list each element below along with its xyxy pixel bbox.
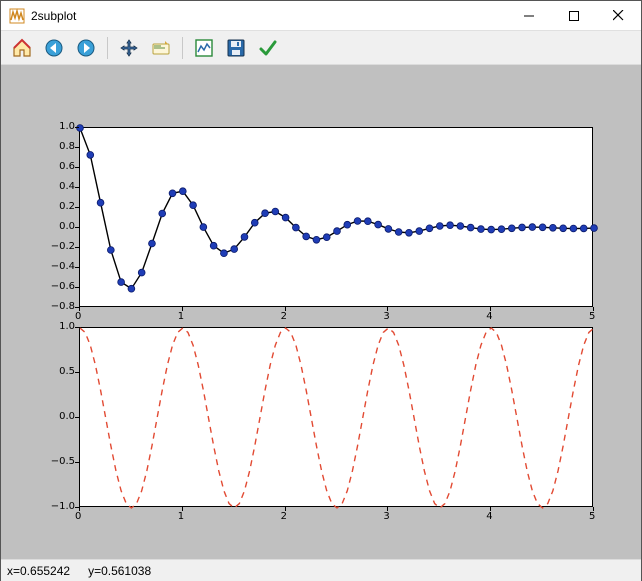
ytick-label: 1.0 — [45, 321, 75, 332]
ytick-label: −0.4 — [45, 261, 75, 272]
pan-button[interactable] — [114, 34, 144, 62]
save-icon — [226, 38, 246, 58]
plot-svg — [80, 128, 594, 308]
status-x: x=0.655242 — [7, 564, 70, 578]
ytick-label: −1.0 — [45, 501, 75, 512]
ytick-label: −0.2 — [45, 241, 75, 252]
window-title: 2subplot — [31, 9, 506, 23]
window-titlebar: 2subplot — [1, 1, 641, 31]
toolbar — [1, 31, 641, 65]
ytick-label: 0.0 — [45, 221, 75, 232]
arrow-right-icon — [76, 38, 96, 58]
xtick-label: 3 — [383, 511, 389, 522]
ytick-label: 0.2 — [45, 201, 75, 212]
subplot-1 — [79, 127, 593, 307]
ytick-label: 0.0 — [45, 411, 75, 422]
ytick-label: 0.8 — [45, 141, 75, 152]
toolbar-separator — [107, 37, 108, 59]
matplotlib-icon — [9, 8, 25, 24]
xtick-label: 2 — [281, 511, 287, 522]
xtick-label: 5 — [589, 311, 595, 322]
ytick-label: 1.0 — [45, 121, 75, 132]
ytick-label: −0.5 — [45, 456, 75, 467]
subplots-button[interactable] — [189, 34, 219, 62]
ytick-label: 0.6 — [45, 161, 75, 172]
save-button[interactable] — [221, 34, 251, 62]
ytick-label: −0.8 — [45, 301, 75, 312]
xtick-label: 0 — [75, 311, 81, 322]
subplots-icon — [194, 38, 214, 58]
ytick-label: −0.6 — [45, 281, 75, 292]
home-button[interactable] — [7, 34, 37, 62]
check-icon — [258, 38, 278, 58]
pan-icon — [119, 38, 139, 58]
home-icon — [11, 37, 33, 59]
maximize-button[interactable] — [551, 1, 596, 31]
xtick-label: 0 — [75, 511, 81, 522]
xtick-label: 4 — [486, 511, 492, 522]
status-y: y=0.561038 — [88, 564, 151, 578]
back-button[interactable] — [39, 34, 69, 62]
subplot-2 — [79, 327, 593, 507]
xtick-label: 4 — [486, 311, 492, 322]
toolbar-separator — [182, 37, 183, 59]
xtick-label: 1 — [178, 311, 184, 322]
plot-svg — [80, 328, 594, 508]
statusbar: x=0.655242 y=0.561038 — [1, 559, 641, 581]
forward-button[interactable] — [71, 34, 101, 62]
figure-canvas[interactable]: 0 1 2 3 4 5 −0.8 −0.6 −0.4 −0.2 0.0 0.2 0.4 0.6 0.8 1.0… — [1, 65, 641, 559]
zoom-button[interactable] — [146, 34, 176, 62]
ytick-label: 0.5 — [45, 366, 75, 377]
close-button[interactable] — [596, 1, 641, 31]
xtick-label: 2 — [281, 311, 287, 322]
xtick-label: 5 — [589, 511, 595, 522]
ytick-label: 0.4 — [45, 181, 75, 192]
customize-button[interactable] — [253, 34, 283, 62]
minimize-button[interactable] — [506, 1, 551, 31]
zoom-rect-icon — [151, 38, 171, 58]
xtick-label: 3 — [383, 311, 389, 322]
arrow-left-icon — [44, 38, 64, 58]
xtick-label: 1 — [178, 511, 184, 522]
